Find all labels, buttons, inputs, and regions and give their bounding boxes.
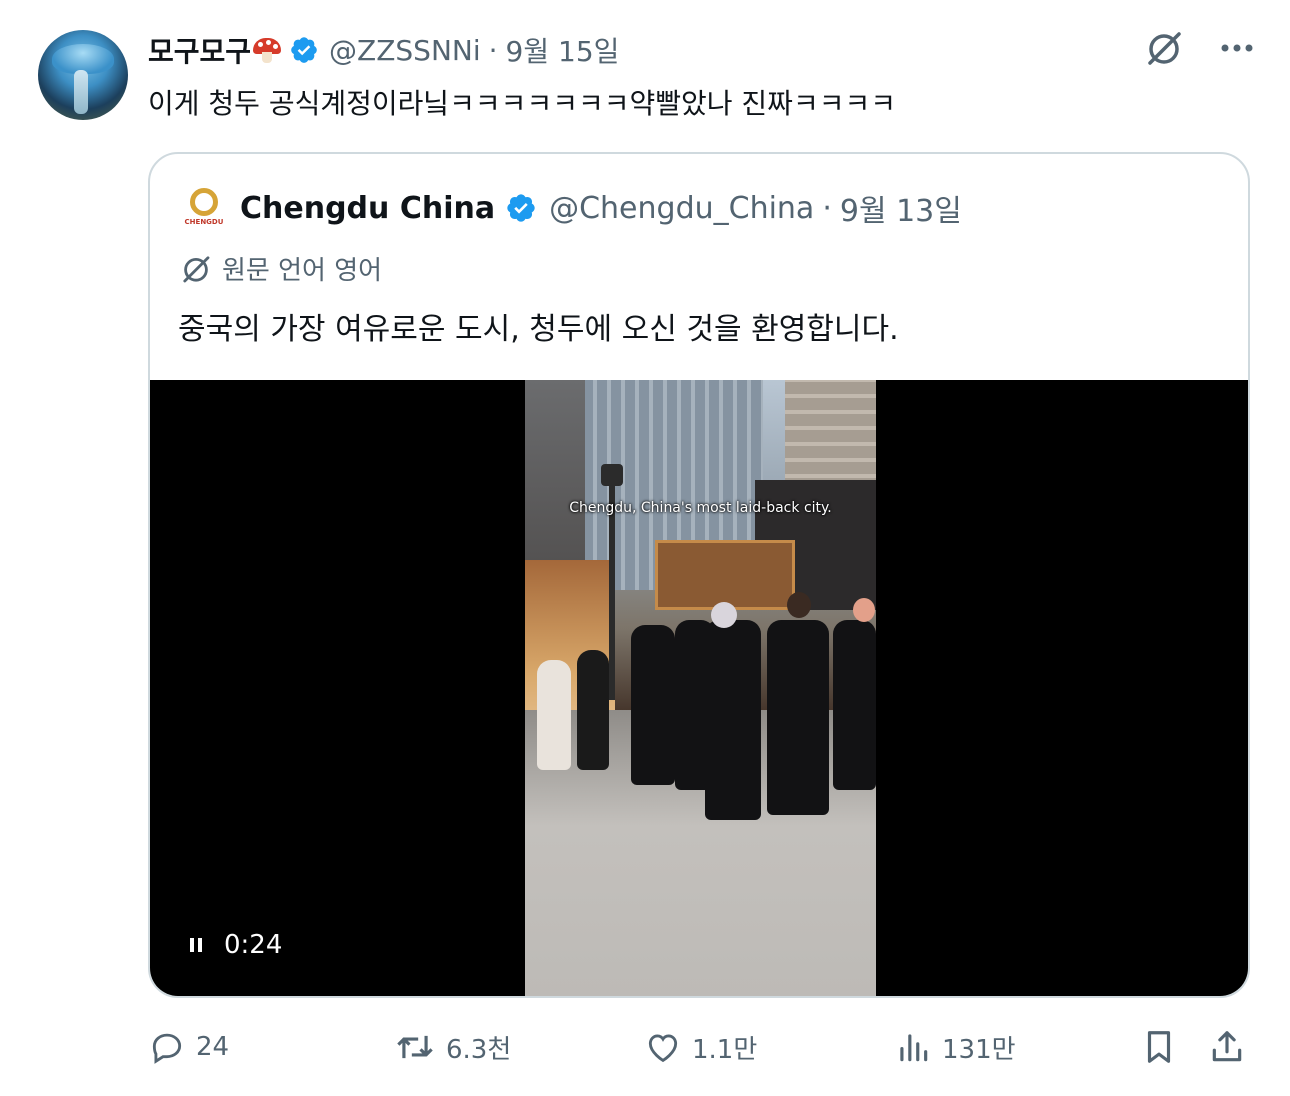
display-name[interactable]: 모구모구 (148, 30, 251, 70)
views-button[interactable]: 131만 (894, 1028, 1016, 1066)
retweet-count: 6.3천 (446, 1034, 512, 1065)
verified-badge-icon[interactable] (505, 192, 537, 224)
views-icon (900, 1034, 928, 1062)
tweet-text: 이게 청두 공식계정이라닠ㅋㅋㅋㅋㅋㅋㅋ약빨았나 진짜ㅋㅋㅋㅋ (148, 87, 896, 120)
tweet-date[interactable]: 9월 15일 (506, 30, 620, 70)
video-player[interactable]: Chengdu, China's most laid-back city. 0:… (150, 380, 1248, 996)
retweet-icon (397, 1035, 433, 1059)
separator: · (822, 190, 832, 226)
heart-icon (648, 1034, 678, 1063)
video-caption: Chengdu, China's most laid-back city. (569, 500, 832, 516)
quoted-handle[interactable]: @Chengdu_China (549, 191, 814, 226)
retweet-button[interactable]: 6.3천 (394, 1028, 511, 1066)
quoted-header: CHENGDU Chengdu China @Chengdu_China · 9… (180, 184, 962, 232)
handle[interactable]: @ZZSSNNi (329, 34, 481, 67)
quoted-date[interactable]: 9월 13일 (840, 186, 962, 230)
top-icons (1144, 28, 1254, 68)
view-count: 131만 (942, 1034, 1016, 1065)
translate-label: 원문 언어 영어 (222, 256, 383, 286)
quoted-text: 중국의 가장 여유로운 도시, 청두에 오신 것을 환영합니다. (178, 312, 899, 347)
reply-icon (152, 1033, 182, 1064)
verified-badge-icon[interactable] (289, 35, 319, 65)
bookmark-button[interactable] (1142, 1028, 1186, 1066)
share-button[interactable] (1208, 1028, 1256, 1066)
like-count: 1.1만 (692, 1034, 758, 1065)
quoted-display-name[interactable]: Chengdu China (240, 191, 495, 226)
mushroom-emoji (253, 36, 282, 64)
quoted-avatar[interactable]: CHENGDU (180, 184, 228, 232)
separator: · (488, 33, 498, 67)
tweet-header: 모구모구 @ZZSSNNi · 9월 15일 (148, 30, 619, 70)
grok-icon (183, 255, 210, 282)
video-frame: Chengdu, China's most laid-back city. (525, 380, 876, 996)
like-button[interactable]: 1.1만 (644, 1028, 757, 1066)
avatar[interactable] (38, 30, 128, 120)
reply-button[interactable]: 24 (148, 1028, 229, 1066)
video-time: 0:24 (224, 930, 283, 960)
grok-icon[interactable] (1144, 28, 1184, 68)
video-controls: 0:24 (190, 930, 282, 960)
quoted-tweet[interactable]: CHENGDU Chengdu China @Chengdu_China · 9… (148, 152, 1250, 998)
translate-indicator[interactable]: 원문 언어 영어 (180, 250, 382, 287)
bookmark-icon (1147, 1031, 1171, 1063)
action-bar: 24 6.3천 1.1만 131만 (148, 1028, 1250, 1072)
pause-icon[interactable] (190, 938, 202, 952)
quoted-avatar-label: CHENGDU (184, 218, 224, 226)
reply-count: 24 (196, 1032, 230, 1062)
share-icon (1212, 1031, 1242, 1062)
more-icon[interactable] (1220, 42, 1254, 54)
